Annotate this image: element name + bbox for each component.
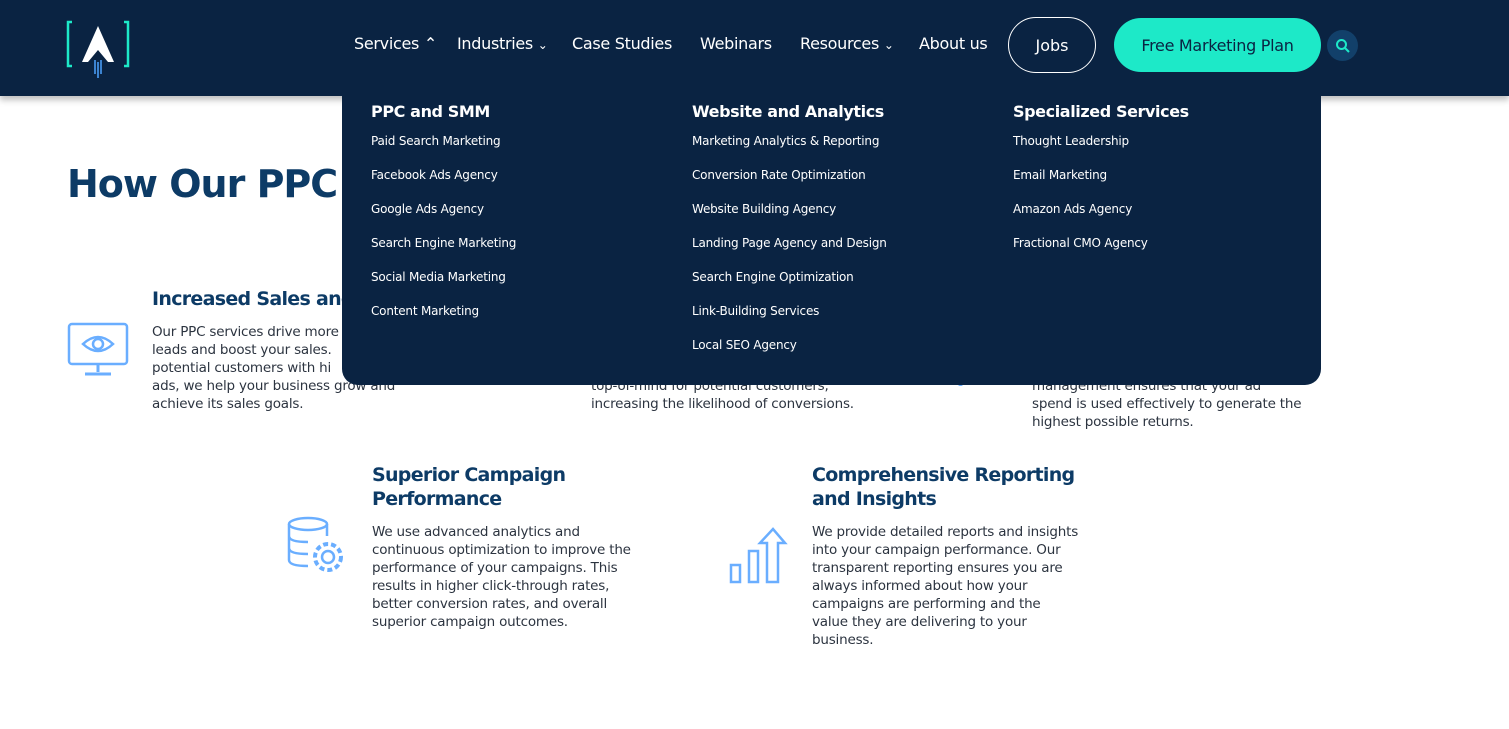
feature-title: Comprehensive Reporting and Insights — [812, 463, 1075, 511]
menu-item[interactable]: Google Ads Agency — [371, 202, 516, 236]
menu-item[interactable]: Fractional CMO Agency — [1013, 236, 1189, 270]
nav-industries[interactable]: Industries ⌄ — [457, 34, 548, 53]
text-line: transparent reporting ensures you are — [812, 560, 1063, 576]
text-line: superior campaign outcomes. — [372, 614, 568, 630]
feature-title: Superior Campaign Performance — [372, 463, 566, 511]
nav-label: Resources — [800, 34, 880, 53]
menu-item[interactable]: Local SEO Agency — [692, 338, 887, 372]
text-line: spend is used effectively to generate th… — [1032, 396, 1302, 412]
menu-item[interactable]: Amazon Ads Agency — [1013, 202, 1189, 236]
text-line: campaigns are performing and the — [812, 596, 1041, 612]
feature-title: Increased Sales and — [152, 288, 355, 310]
menu-item[interactable]: Conversion Rate Optimization — [692, 168, 887, 202]
nav-case-studies[interactable]: Case Studies — [572, 34, 672, 53]
menu-item[interactable]: Paid Search Marketing — [371, 134, 516, 168]
column-heading: PPC and SMM — [371, 102, 490, 121]
text-line: always informed about how your — [812, 578, 1028, 594]
menu-item[interactable]: Website Building Agency — [692, 202, 887, 236]
text-line: results in higher click-through rates, — [372, 578, 610, 594]
menu-item[interactable]: Email Marketing — [1013, 168, 1189, 202]
menu-item[interactable]: Content Marketing — [371, 304, 516, 338]
title-line: Superior Campaign — [372, 464, 566, 486]
feature-text: We use advanced analytics and continuous… — [372, 523, 631, 631]
text-line: value they are delivering to your — [812, 614, 1027, 630]
menu-item[interactable]: Landing Page Agency and Design — [692, 236, 887, 270]
text-line: into your campaign performance. Our — [812, 542, 1061, 558]
text-line: increasing the likelihood of conversions… — [591, 396, 854, 412]
search-icon — [1335, 38, 1350, 53]
text-line: better conversion rates, and overall — [372, 596, 607, 612]
text-line: continuous optimization to improve the — [372, 542, 631, 558]
nav-resources[interactable]: Resources ⌄ — [800, 34, 894, 53]
nav-label: Industries — [457, 34, 533, 53]
menu-item[interactable]: Marketing Analytics & Reporting — [692, 134, 887, 168]
column-heading: Website and Analytics — [692, 102, 884, 121]
title-line: and Insights — [812, 488, 937, 510]
chevron-up-icon: ⌃ — [423, 34, 437, 53]
jobs-button[interactable]: Jobs — [1008, 17, 1096, 73]
dropdown-column-website-analytics: Website and Analytics Marketing Analytic… — [692, 102, 887, 372]
menu-item[interactable]: Link-Building Services — [692, 304, 887, 338]
column-heading: Specialized Services — [1013, 102, 1189, 121]
feature-text: management ensures that your ad spend is… — [1032, 377, 1302, 431]
dropdown-column-specialized: Specialized Services Thought Leadership … — [1013, 102, 1189, 270]
menu-item[interactable]: Search Engine Optimization — [692, 270, 887, 304]
logo[interactable] — [66, 20, 130, 78]
text-line: We use advanced analytics and — [372, 524, 580, 540]
services-dropdown-menu: PPC and SMM Paid Search Marketing Facebo… — [342, 96, 1321, 385]
menu-item[interactable]: Facebook Ads Agency — [371, 168, 516, 202]
nav-services[interactable]: Services ⌃ — [354, 34, 437, 53]
dropdown-column-ppc-smm: PPC and SMM Paid Search Marketing Facebo… — [371, 102, 516, 338]
text-line: performance of your campaigns. This — [372, 560, 618, 576]
text-line: highest possible returns. — [1032, 414, 1194, 430]
menu-item[interactable]: Search Engine Marketing — [371, 236, 516, 270]
chevron-down-icon: ⌄ — [883, 38, 894, 52]
text-line: We provide detailed reports and insights — [812, 524, 1079, 540]
title-line: Performance — [372, 488, 502, 510]
monitor-eye-icon — [67, 322, 129, 376]
text-line: achieve its sales goals. — [152, 396, 304, 412]
search-button[interactable] — [1327, 30, 1358, 61]
site-header: Services ⌃ Industries ⌄ Case Studies Web… — [0, 0, 1509, 96]
menu-item[interactable]: Social Media Marketing — [371, 270, 516, 304]
nav-webinars[interactable]: Webinars — [700, 34, 772, 53]
menu-item[interactable]: Thought Leadership — [1013, 134, 1189, 168]
nav-label: Services — [354, 34, 420, 53]
chevron-down-icon: ⌄ — [537, 38, 548, 52]
feature-text: We provide detailed reports and insights… — [812, 523, 1078, 649]
text-line: business. — [812, 632, 874, 648]
title-line: Comprehensive Reporting — [812, 464, 1075, 486]
bar-chart-arrow-icon — [729, 527, 788, 584]
database-gear-icon — [287, 516, 343, 572]
nav-about-us[interactable]: About us — [919, 34, 988, 53]
page-title: How Our PPC S — [67, 162, 377, 206]
free-marketing-plan-button[interactable]: Free Marketing Plan — [1114, 18, 1321, 72]
